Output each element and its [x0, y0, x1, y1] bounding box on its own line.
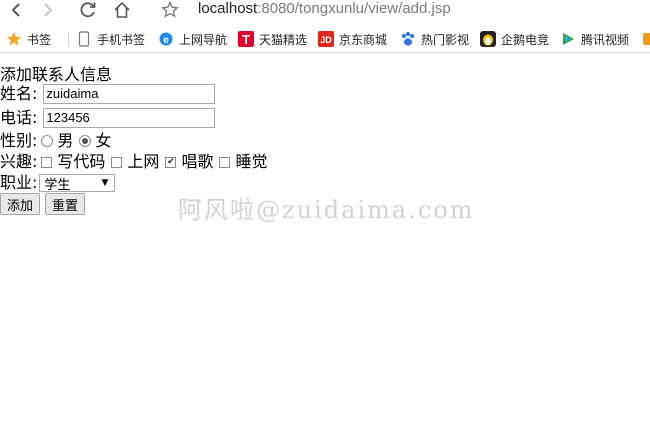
ie-icon: e: [158, 31, 174, 47]
jd-icon: JD: [318, 31, 334, 47]
hobby-singing-label: 唱歌: [181, 152, 214, 171]
bookmark-tmall[interactable]: T 天猫精选: [238, 29, 307, 49]
paw-icon: [400, 31, 416, 47]
gender-label: 性别:: [0, 131, 38, 150]
page-content: 添加联系人信息 姓名: zuidaima 电话: 123456 性别: 男 女 …: [0, 56, 650, 430]
back-button[interactable]: [4, 0, 28, 20]
hobby-sleeping-checkbox[interactable]: [219, 156, 231, 168]
hobby-sleeping-label: 睡觉: [235, 152, 268, 171]
bookmark-videos[interactable]: 热门影视: [400, 29, 469, 49]
phone-input[interactable]: 123456: [43, 108, 216, 128]
penguin-icon: [480, 31, 496, 47]
hobby-internet-checkbox[interactable]: [111, 156, 123, 168]
svg-text:JD: JD: [320, 35, 332, 45]
bookmark-label: 手机书签: [97, 32, 146, 47]
bookmark-label: 上网导航: [179, 32, 228, 47]
bookmark-esports[interactable]: 企鹅电竞: [480, 29, 549, 49]
bookmark-jd[interactable]: JD 京东商城: [318, 29, 387, 49]
hobby-internet-label: 上网: [127, 152, 160, 171]
bookmark-label: 天猫精选: [259, 32, 308, 47]
job-row: 职业: 学生 ▼: [0, 172, 116, 194]
mobile-icon: [76, 31, 92, 47]
name-label: 姓名:: [0, 84, 38, 103]
url-host: localhost: [198, 0, 258, 17]
gender-female-label: 女: [95, 131, 112, 150]
url-path: :8080/tongxunlu/view/add.jsp: [257, 0, 451, 17]
browser-toolbar: localhost:8080/tongxunlu/view/add.jsp: [0, 0, 650, 24]
bookmark-mobile[interactable]: 手机书签: [76, 29, 145, 49]
bookmarks-bar: 书签 手机书签 e 上网导航 T 天猫精选 JD 京东商城 热门影视 企鹅电竞 …: [0, 26, 650, 53]
bookmark-label: 腾讯视频: [581, 32, 630, 47]
svg-text:T: T: [242, 32, 250, 47]
job-select[interactable]: 学生 ▼: [39, 174, 116, 193]
job-select-value: 学生: [44, 177, 71, 193]
tencent-video-icon: [560, 31, 576, 47]
bookmark-separator: [68, 33, 69, 46]
home-button[interactable]: [110, 0, 134, 20]
bookmark-label: 书签: [27, 32, 52, 47]
gender-row: 性别: 男 女: [0, 130, 113, 152]
gender-male-radio[interactable]: [41, 135, 54, 147]
forward-button[interactable]: [36, 0, 60, 20]
bookmark-cut-icon: [640, 31, 650, 47]
svg-text:e: e: [163, 35, 169, 46]
bookmark-label: 热门影视: [421, 32, 470, 47]
star-outline-icon: [161, 1, 179, 18]
gender-female-radio[interactable]: [79, 135, 92, 147]
gender-male-label: 男: [57, 131, 74, 150]
bookmark-label: 京东商城: [339, 32, 388, 47]
chevron-down-icon: ▼: [101, 178, 109, 188]
bookmark-bookmarks[interactable]: 书签: [6, 29, 51, 49]
home-icon: [114, 1, 130, 18]
hobby-coding-label: 写代码: [57, 152, 106, 171]
reload-button[interactable]: [76, 0, 100, 20]
button-row: 添加 重置: [0, 193, 90, 215]
address-field[interactable]: localhost:8080/tongxunlu/view/add.jsp: [198, 0, 451, 20]
watermark: 阿风啦@zuidaima.com: [178, 196, 475, 224]
phone-label: 电话:: [0, 108, 38, 127]
forward-arrow-icon: [44, 3, 53, 17]
bookmark-navigation[interactable]: e 上网导航: [158, 29, 227, 49]
reset-button[interactable]: 重置: [45, 193, 86, 215]
job-label: 职业:: [0, 173, 38, 192]
reload-icon: [80, 2, 96, 18]
hobby-row: 兴趣: 写代码 上网 ✔ 唱歌 睡觉: [0, 151, 269, 173]
name-row: 姓名: zuidaima: [0, 83, 216, 105]
bookmark-tencent-video[interactable]: 腾讯视频: [560, 29, 629, 49]
hobby-singing-checkbox[interactable]: ✔: [165, 156, 177, 168]
hobby-coding-checkbox[interactable]: [41, 156, 53, 168]
back-arrow-icon: [11, 3, 20, 17]
hobby-label: 兴趣:: [0, 152, 38, 171]
phone-row: 电话: 123456: [0, 107, 216, 129]
submit-button[interactable]: 添加: [0, 193, 41, 215]
tmall-icon: T: [238, 31, 254, 47]
bookmark-label: 企鹅电竞: [501, 32, 550, 47]
bookmark-overflow[interactable]: [640, 29, 650, 49]
favorite-button[interactable]: [158, 0, 182, 20]
name-input[interactable]: zuidaima: [43, 84, 216, 104]
star-icon: [6, 31, 22, 47]
